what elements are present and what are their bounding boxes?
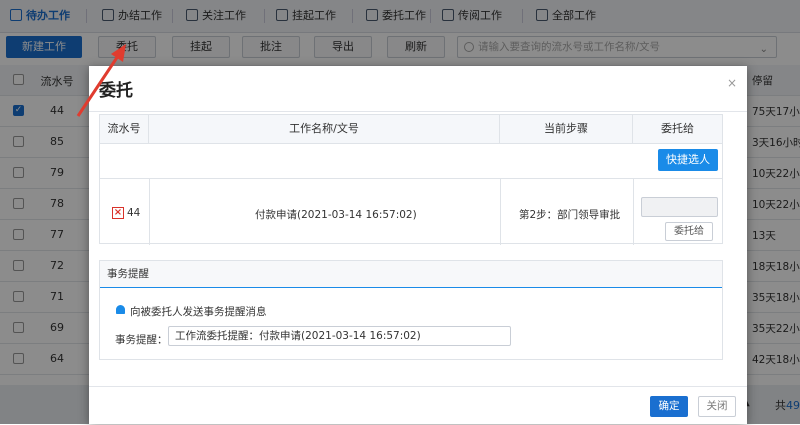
annotation-arrow (76, 44, 126, 117)
arrow-head (111, 44, 126, 62)
arrow-line (76, 49, 124, 117)
